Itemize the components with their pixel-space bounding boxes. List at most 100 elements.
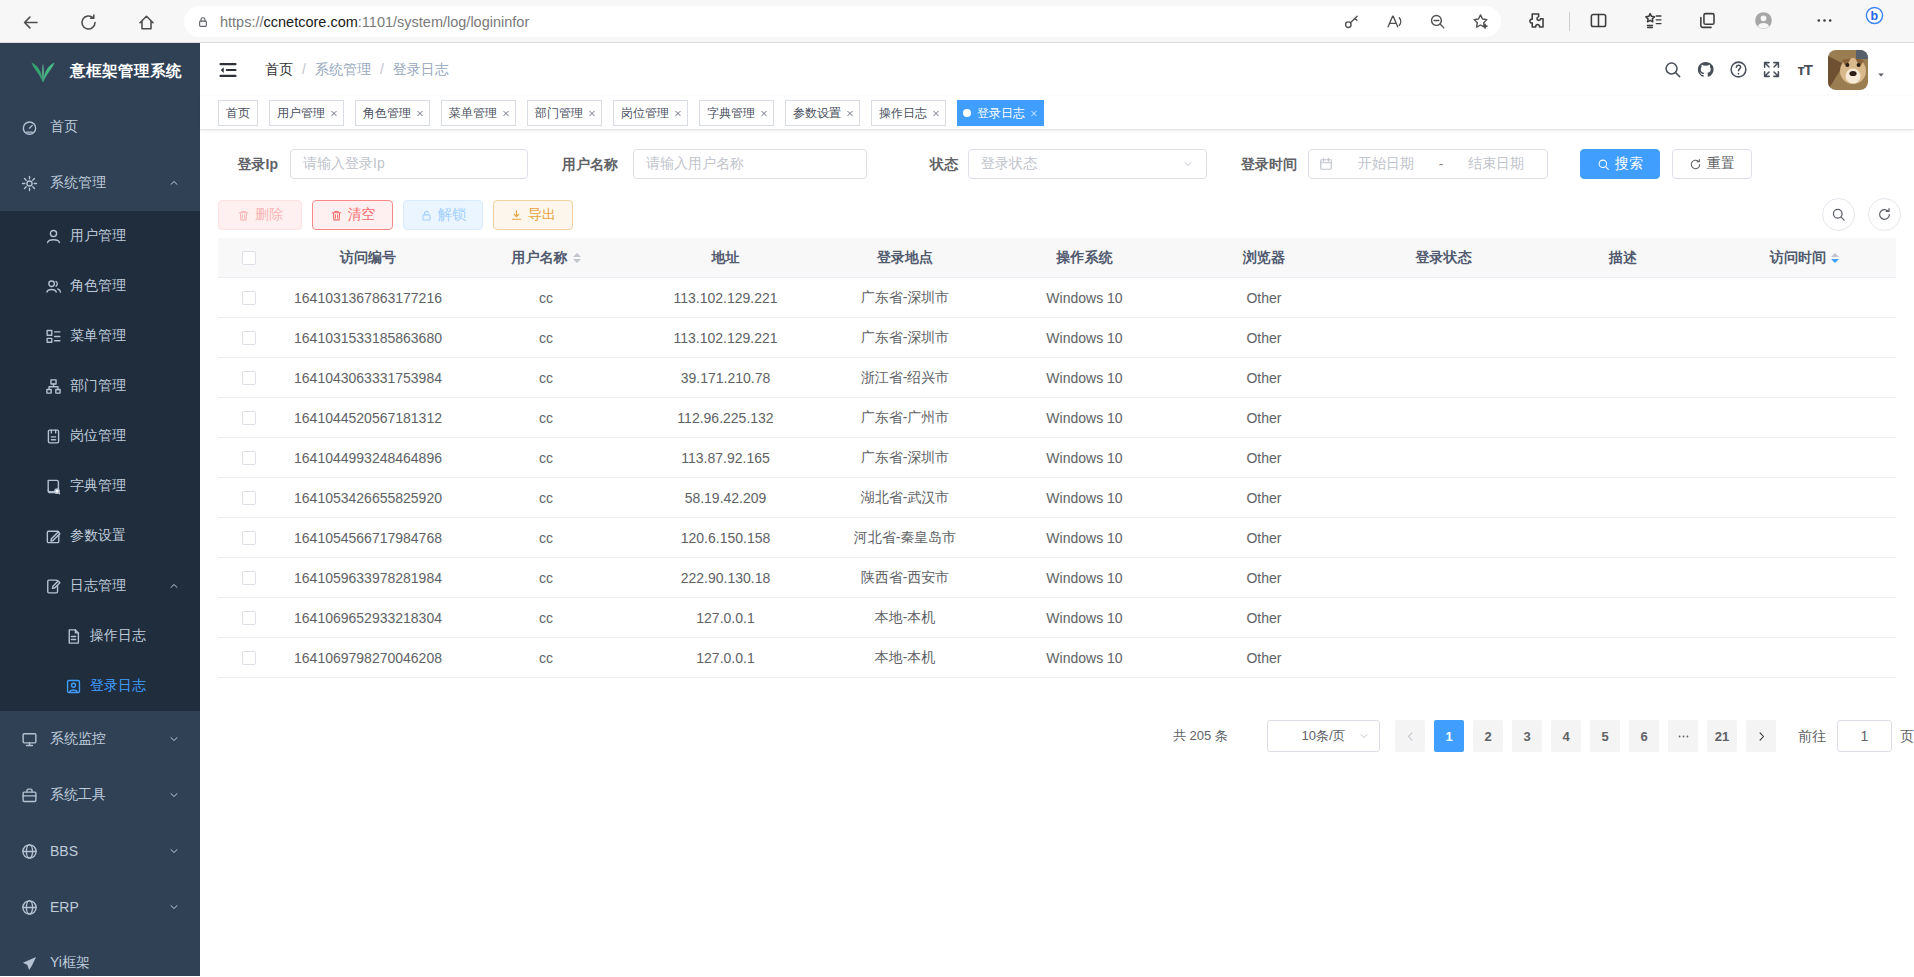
row-checkbox[interactable] [242, 531, 256, 545]
table-row[interactable]: 1641031367863177216 cc 113.102.129.221 广… [218, 278, 1896, 318]
table-row[interactable]: 1641054566717984768 cc 120.6.150.158 河北省… [218, 518, 1896, 558]
page-button[interactable]: 4 [1551, 720, 1581, 752]
sidebar-menu-item[interactable]: 首页 [0, 99, 200, 155]
tab-close-icon[interactable] [330, 107, 338, 119]
status-select[interactable]: 登录状态 [968, 149, 1207, 179]
row-checkbox[interactable] [242, 491, 256, 505]
tab[interactable]: 角色管理 [355, 100, 430, 126]
copilot-bing-icon[interactable]: b [1865, 6, 1884, 25]
breadcrumb-item[interactable]: 登录日志 [393, 61, 449, 77]
sidebar-menu-item[interactable]: 岗位管理 [0, 411, 200, 461]
sidebar-menu-item[interactable]: 部门管理 [0, 361, 200, 411]
page-button[interactable]: 2 [1473, 720, 1503, 752]
breadcrumb-item[interactable]: 系统管理 [315, 61, 393, 77]
table-row[interactable]: 1641044993248464896 cc 113.87.92.165 广东省… [218, 438, 1896, 478]
sidebar-menu-item[interactable]: 系统监控 [0, 711, 200, 767]
page-button[interactable]: 6 [1629, 720, 1659, 752]
github-icon[interactable] [1696, 60, 1715, 79]
tab[interactable]: 字典管理 [699, 100, 774, 126]
help-icon[interactable] [1729, 60, 1748, 79]
breadcrumb-item[interactable]: 首页 [265, 61, 315, 77]
extensions-icon[interactable] [1527, 11, 1546, 30]
sidebar-menu-item[interactable]: 角色管理 [0, 261, 200, 311]
sidebar-menu-item[interactable]: Yi框架 [0, 935, 200, 976]
table-header-cell[interactable]: 描述 [1533, 238, 1713, 277]
table-row[interactable]: 1641031533185863680 cc 113.102.129.221 广… [218, 318, 1896, 358]
page-size-select[interactable]: 10条/页 [1267, 720, 1380, 752]
browser-reload-icon[interactable] [76, 10, 100, 34]
row-checkbox[interactable] [242, 651, 256, 665]
tab-close-icon[interactable] [932, 107, 940, 119]
user-name-input[interactable]: 请输入用户名称 [633, 149, 867, 179]
password-key-icon[interactable] [1343, 13, 1360, 30]
table-header-cell[interactable]: 用户名称 [456, 238, 636, 277]
row-checkbox[interactable] [242, 371, 256, 385]
sidebar-menu-item[interactable]: 字典管理 [0, 461, 200, 511]
goto-page-input[interactable]: 1 [1837, 720, 1892, 752]
table-header-cell[interactable]: 操作系统 [995, 238, 1174, 277]
login-ip-input[interactable]: 请输入登录Ip [290, 149, 528, 179]
table-row[interactable]: 1641069652933218304 cc 127.0.0.1 本地-本机 W… [218, 598, 1896, 638]
delete-button[interactable]: 删除 [218, 200, 302, 230]
tab[interactable]: 登录日志 [957, 100, 1044, 126]
tab[interactable]: 部门管理 [527, 100, 602, 126]
row-checkbox[interactable] [242, 291, 256, 305]
read-aloud-icon[interactable] [1386, 13, 1403, 30]
table-header-cell[interactable]: 访问时间 [1713, 238, 1896, 277]
date-range-input[interactable]: 开始日期 - 结束日期 [1308, 149, 1548, 179]
row-checkbox[interactable] [242, 411, 256, 425]
table-row[interactable]: 1641059633978281984 cc 222.90.130.18 陕西省… [218, 558, 1896, 598]
table-header-cell[interactable]: 访问编号 [280, 238, 456, 277]
page-button[interactable] [1668, 720, 1698, 752]
sidebar-menu-item[interactable]: 用户管理 [0, 211, 200, 261]
sidebar-menu-item[interactable]: 菜单管理 [0, 311, 200, 361]
page-button[interactable] [1746, 720, 1776, 752]
browser-menu-icon[interactable] [1815, 11, 1834, 30]
tab[interactable]: 操作日志 [871, 100, 946, 126]
tab[interactable]: 用户管理 [269, 100, 344, 126]
browser-back-icon[interactable] [18, 10, 42, 34]
collections-icon[interactable] [1698, 11, 1717, 30]
table-row[interactable]: 1641069798270046208 cc 127.0.0.1 本地-本机 W… [218, 638, 1896, 678]
search-button[interactable]: 搜索 [1580, 149, 1660, 179]
tab-close-icon[interactable] [760, 107, 768, 119]
select-all-checkbox[interactable] [242, 251, 256, 265]
sidebar-menu-item[interactable]: 系统工具 [0, 767, 200, 823]
font-size-icon[interactable]: тT [1797, 61, 1812, 78]
table-refresh-button[interactable] [1868, 198, 1901, 231]
row-checkbox[interactable] [242, 611, 256, 625]
table-header-cell[interactable]: 地址 [636, 238, 815, 277]
export-button[interactable]: 导出 [493, 200, 573, 230]
url-text[interactable]: https://ccnetcore.com:1101/system/log/lo… [220, 14, 1317, 30]
sidebar-menu-item[interactable]: 系统管理 [0, 155, 200, 211]
table-header-cell[interactable]: 登录状态 [1354, 238, 1533, 277]
page-button[interactable]: 3 [1512, 720, 1542, 752]
page-button[interactable]: 21 [1707, 720, 1737, 752]
tab[interactable]: 首页 [218, 100, 258, 126]
tab[interactable]: 参数设置 [785, 100, 860, 126]
page-button[interactable] [1395, 720, 1425, 752]
favorites-list-icon[interactable] [1644, 11, 1663, 30]
row-checkbox[interactable] [242, 571, 256, 585]
reset-button[interactable]: 重置 [1672, 149, 1752, 179]
hamburger-icon[interactable] [217, 59, 239, 81]
tab-close-icon[interactable] [416, 107, 424, 119]
tab[interactable]: 岗位管理 [613, 100, 688, 126]
sidebar-menu-item[interactable]: 操作日志 [0, 611, 200, 661]
table-search-toggle-button[interactable] [1822, 198, 1855, 231]
split-screen-icon[interactable] [1589, 11, 1608, 30]
row-checkbox[interactable] [242, 451, 256, 465]
table-header-cell[interactable]: 浏览器 [1174, 238, 1354, 277]
browser-home-icon[interactable] [134, 10, 158, 34]
tab-close-icon[interactable] [588, 107, 596, 119]
tab-close-icon[interactable] [1030, 107, 1038, 119]
fullscreen-icon[interactable] [1762, 60, 1781, 79]
sidebar-menu-item[interactable]: BBS [0, 823, 200, 879]
sort-caret-icon[interactable] [573, 249, 581, 267]
sort-caret-icon[interactable] [1831, 249, 1839, 267]
tab-close-icon[interactable] [674, 107, 682, 119]
table-row[interactable]: 1641053426655825920 cc 58.19.42.209 湖北省-… [218, 478, 1896, 518]
sidebar-menu-item[interactable]: 参数设置 [0, 511, 200, 561]
avatar[interactable] [1828, 50, 1868, 90]
date-end-placeholder[interactable]: 结束日期 [1461, 155, 1531, 173]
